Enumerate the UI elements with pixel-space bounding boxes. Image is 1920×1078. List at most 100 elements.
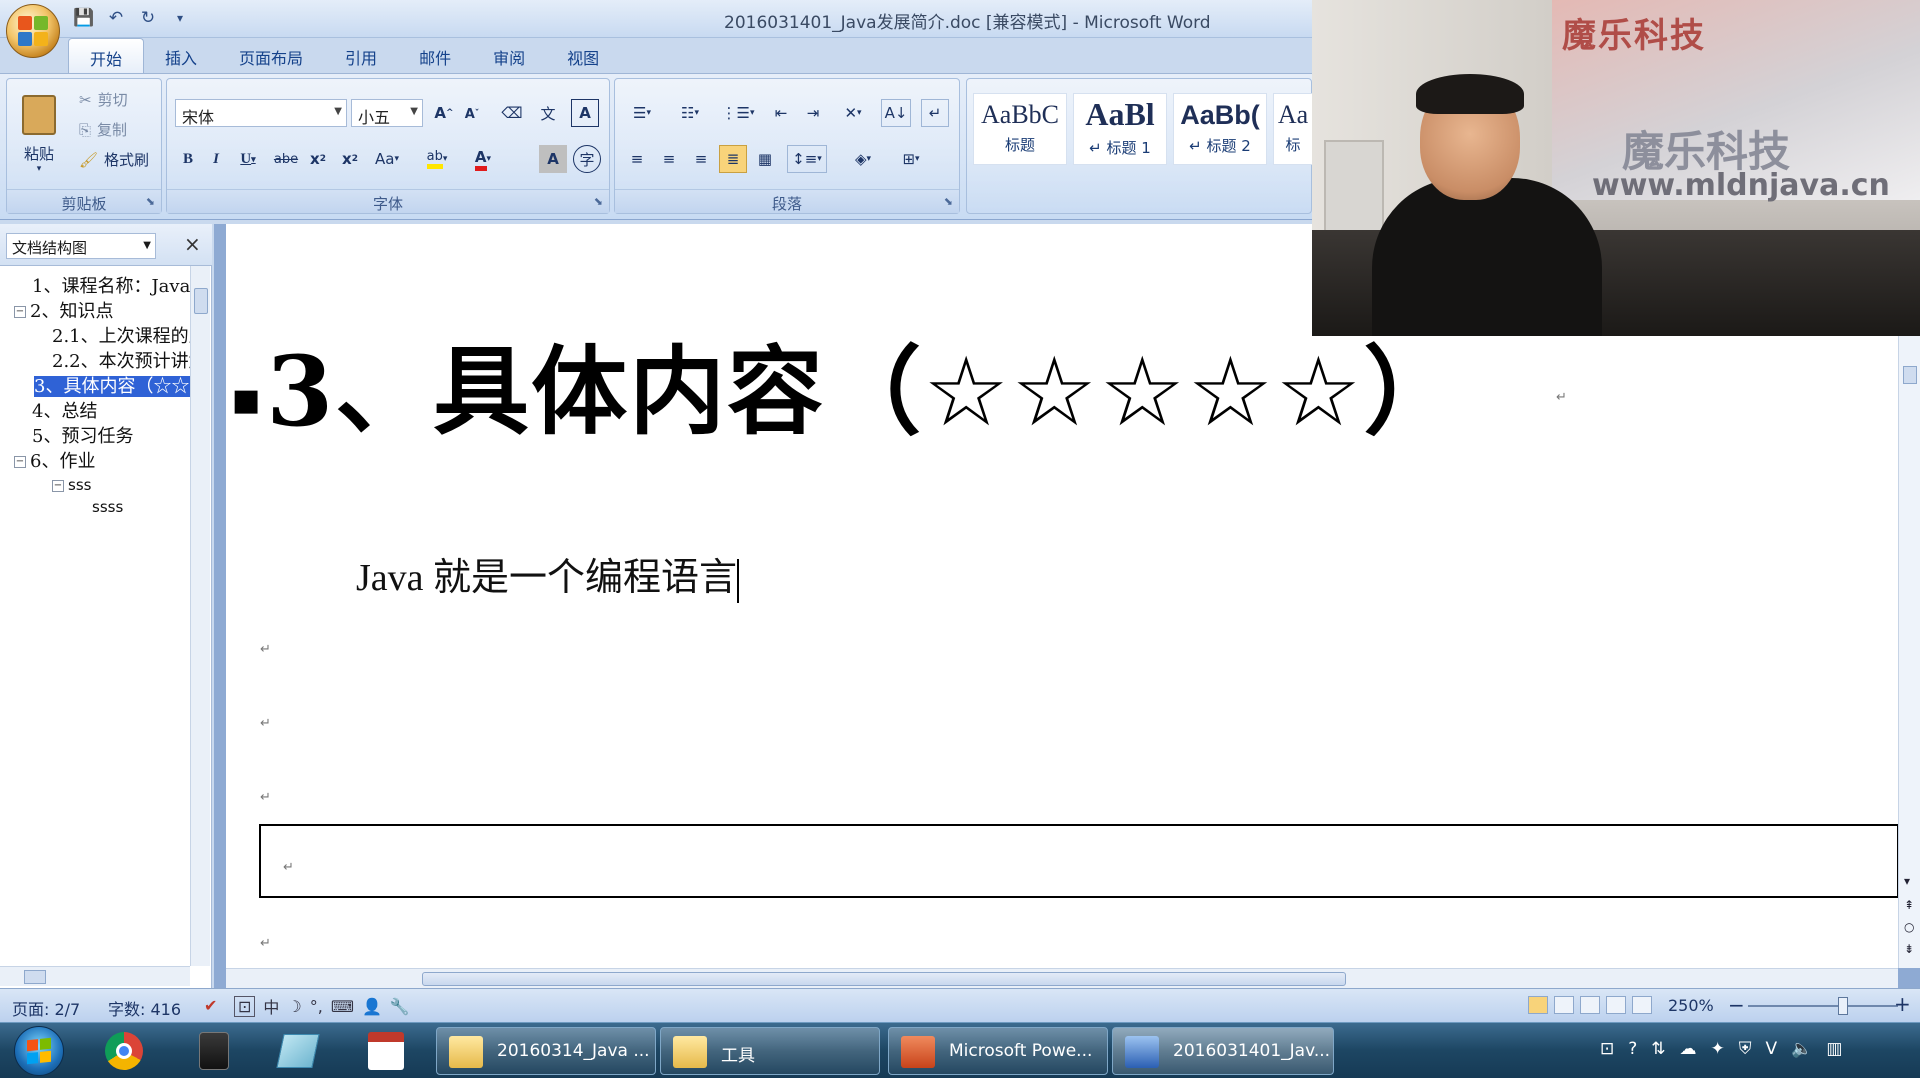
font-name-combo[interactable]: 宋体 ▼ (175, 99, 347, 127)
align-center-icon[interactable]: ≡ (655, 145, 683, 173)
map-item[interactable]: −6、作业 (8, 449, 190, 474)
shading-icon[interactable]: ◈ ▾ (843, 145, 883, 173)
collapse-icon[interactable]: − (14, 306, 26, 318)
ime-punctuation-icon[interactable]: °, (310, 997, 323, 1016)
volume-icon[interactable]: 🔈 (1791, 1039, 1812, 1059)
paste-button[interactable]: 粘贴 ▾ (15, 89, 63, 179)
help-icon[interactable]: ? (1628, 1039, 1637, 1059)
shrink-font-button[interactable]: Aˇ (459, 101, 485, 127)
scroll-thumb[interactable] (24, 970, 46, 984)
document-horizontal-scrollbar[interactable] (226, 968, 1898, 988)
map-item[interactable]: − sss (8, 474, 190, 496)
char-border-icon[interactable]: A (571, 99, 599, 127)
numbering-icon[interactable]: ☷ ▾ (671, 99, 709, 127)
heading-3[interactable]: ■3、具体内容（☆☆☆☆☆） (232, 314, 1461, 453)
tray-app-icon[interactable]: ✦ (1711, 1039, 1725, 1059)
clear-format-icon[interactable]: ⌫ (497, 99, 527, 127)
style-more[interactable]: Aa 标 (1273, 93, 1313, 165)
scroll-down-icon[interactable]: ▾ (1904, 874, 1910, 888)
text-box[interactable]: ↵ (259, 824, 1898, 898)
zoom-level[interactable]: 250% (1668, 996, 1714, 1015)
office-button[interactable] (6, 4, 60, 58)
customize-qat-icon[interactable]: ▾ (168, 6, 192, 30)
multilevel-list-icon[interactable]: ⋮☰ ▾ (719, 99, 757, 127)
style-heading-2[interactable]: AaBb( ↵ 标题 2 (1173, 93, 1267, 165)
word-count[interactable]: 字数: 416 (108, 996, 181, 1020)
ime-keyboard-icon[interactable]: ⌨ (331, 997, 354, 1016)
shield-icon[interactable]: ⛨ (1739, 1039, 1752, 1059)
dialog-launcher-icon[interactable]: ⬊ (146, 195, 155, 208)
start-button[interactable] (14, 1026, 64, 1076)
change-case-button[interactable]: Aa ▾ (369, 145, 405, 173)
tab-home[interactable]: 开始 (68, 38, 145, 74)
notebook-icon[interactable] (276, 1029, 320, 1073)
zoom-slider-thumb[interactable] (1838, 997, 1848, 1015)
scroll-thumb[interactable] (422, 972, 1346, 986)
document-map-view-select[interactable]: 文档结构图 ▼ (6, 233, 156, 259)
tab-references[interactable]: 引用 (324, 38, 398, 74)
chinese-layout-icon[interactable]: ✕ ▾ (835, 99, 871, 127)
document-map-vertical-scrollbar[interactable] (190, 266, 210, 966)
phonetic-guide-icon[interactable]: 文 (533, 99, 563, 127)
sort-icon[interactable]: A↓ (881, 99, 911, 127)
save-icon[interactable]: 💾 (72, 6, 96, 30)
network-status-icon[interactable]: ▥ (1826, 1039, 1842, 1059)
calendar-app-icon[interactable] (364, 1029, 408, 1073)
tab-mailings[interactable]: 邮件 (398, 38, 472, 74)
superscript-button[interactable]: x2 (337, 145, 363, 173)
full-screen-reading-icon[interactable] (1554, 996, 1574, 1014)
highlight-color-button[interactable]: ab ▾ (417, 145, 457, 173)
tab-view[interactable]: 视图 (546, 38, 620, 74)
cut-button[interactable]: ✂ 剪切 (79, 89, 128, 110)
next-page-icon[interactable]: ⇟ (1904, 942, 1914, 956)
cloud-icon[interactable]: ☁ (1680, 1039, 1697, 1059)
increase-indent-icon[interactable]: ⇥ (799, 99, 827, 127)
map-item[interactable]: 1、课程名称：Java发展简介 (8, 274, 190, 299)
browse-object-icon[interactable]: ○ (1904, 920, 1914, 934)
format-painter-button[interactable]: 🖌 格式刷 (79, 149, 149, 170)
zoom-out-icon[interactable]: − (1728, 993, 1745, 1017)
map-item[interactable]: 4、总结 (8, 399, 190, 424)
undo-icon[interactable]: ↶ (104, 6, 128, 30)
previous-page-icon[interactable]: ⇞ (1904, 898, 1914, 912)
align-right-icon[interactable]: ≡ (687, 145, 715, 173)
antivirus-icon[interactable]: V (1766, 1039, 1778, 1059)
bold-button[interactable]: B (175, 145, 201, 173)
web-layout-icon[interactable] (1580, 996, 1600, 1014)
font-size-combo[interactable]: 小五 ▼ (351, 99, 423, 127)
collapse-icon[interactable]: − (52, 479, 64, 492)
underline-button[interactable]: U ▾ (231, 145, 265, 173)
redo-icon[interactable]: ↻ (136, 6, 160, 30)
dialog-launcher-icon[interactable]: ⬊ (944, 195, 953, 208)
body-paragraph[interactable]: Java 就是一个编程语言 (356, 546, 740, 604)
tab-page-layout[interactable]: 页面布局 (218, 38, 324, 74)
bullets-icon[interactable]: ☰ ▾ (623, 99, 661, 127)
subscript-button[interactable]: x2 (305, 145, 331, 173)
taskbar-item-word[interactable]: 2016031401_Jav... (1112, 1027, 1334, 1075)
dialog-launcher-icon[interactable]: ⬊ (594, 195, 603, 208)
tab-insert[interactable]: 插入 (144, 38, 218, 74)
enclose-char-icon[interactable]: 字 (573, 145, 601, 173)
decrease-indent-icon[interactable]: ⇤ (767, 99, 795, 127)
close-icon[interactable]: × (184, 232, 201, 256)
ime-chinese-icon[interactable]: 中 (263, 994, 279, 1018)
show-marks-icon[interactable]: ↵ (921, 99, 949, 127)
map-item-selected[interactable]: 3、具体内容（☆☆☆☆☆） (8, 374, 190, 399)
media-app-icon[interactable] (192, 1029, 236, 1073)
taskbar-item-folder-tools[interactable]: 工具 (660, 1027, 880, 1075)
borders-icon[interactable]: ⊞ ▾ (891, 145, 931, 173)
zoom-slider[interactable] (1748, 1005, 1898, 1007)
tray-app-icon[interactable]: ⊡ (1600, 1039, 1614, 1059)
ime-mode-icon[interactable]: ⊡ (234, 995, 256, 1017)
spell-check-icon[interactable]: ✔ (204, 996, 217, 1015)
map-item[interactable]: ssss (8, 496, 190, 518)
copy-button[interactable]: ⎘ 复制 (79, 119, 127, 140)
network-icon[interactable]: ⇅ (1651, 1039, 1665, 1059)
style-title[interactable]: AaBbC 标题 (973, 93, 1067, 165)
document-map-horizontal-scrollbar[interactable] (0, 966, 190, 986)
draft-icon[interactable] (1632, 996, 1652, 1014)
map-item[interactable]: 2.1、上次课程的主要知识点 (8, 324, 190, 349)
map-item[interactable]: 2.2、本次预计讲解的知识点 (8, 349, 190, 374)
scroll-thumb[interactable] (194, 288, 208, 314)
justify-icon[interactable]: ≣ (719, 145, 747, 173)
